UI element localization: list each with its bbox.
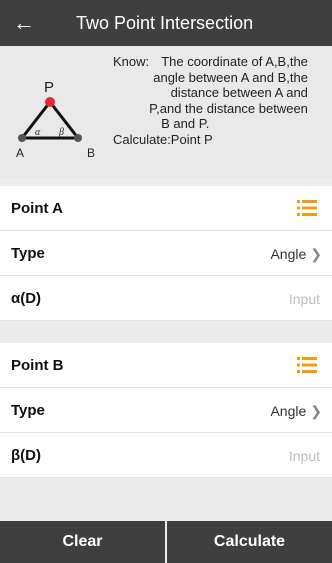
vertex-label-a: A: [16, 146, 24, 160]
point-b-type-value[interactable]: Angle ❯: [270, 403, 322, 420]
page-title: Two Point Intersection: [76, 13, 254, 33]
know-line: B and P.: [161, 116, 210, 131]
triangle-diagram: P α β A B: [16, 79, 95, 160]
clear-button[interactable]: Clear: [0, 521, 165, 563]
point-a-label: Point A: [11, 200, 63, 217]
arrow-left-icon: ←: [13, 10, 35, 35]
point-a-type-value[interactable]: Angle ❯: [270, 246, 322, 263]
vertex-label-p: P: [44, 79, 54, 96]
list-icon[interactable]: [297, 357, 317, 373]
point-a-marker: [18, 134, 26, 142]
vertex-label-b: B: [87, 146, 95, 160]
point-b-label: Point B: [11, 357, 64, 374]
info-panel: P α β A B Know: The coordinate of A,B,th…: [0, 46, 332, 178]
title-bar: ← Two Point Intersection: [0, 0, 332, 46]
alpha-angle-input[interactable]: [200, 289, 320, 309]
beta-angle-input[interactable]: [200, 446, 320, 466]
point-b-marker: [74, 134, 82, 142]
know-line: P,and the distance between: [149, 100, 308, 116]
point-a-angle-row: α(D): [0, 276, 332, 321]
calculate-text: Calculate:Point P: [113, 131, 213, 147]
know-text: The coordinate of A,B,the angle between …: [149, 54, 308, 132]
chevron-right-icon: ❯: [310, 403, 322, 419]
type-value-text: Angle: [270, 403, 307, 419]
chevron-right-icon: ❯: [310, 246, 322, 262]
angle-beta-label: β: [58, 127, 64, 138]
point-b-angle-row: β(D): [0, 433, 332, 478]
point-b-header: Point B: [0, 343, 332, 388]
point-b-type-row[interactable]: Type Angle ❯: [0, 388, 332, 433]
list-icon[interactable]: [297, 200, 317, 216]
know-line: distance between A and: [170, 85, 308, 100]
beta-angle-label: β(D): [11, 447, 41, 464]
description-text: Know: The coordinate of A,B,the angle be…: [113, 54, 331, 147]
triangle-edge-bp: [48, 101, 80, 139]
know-label: Know:: [113, 54, 150, 69]
know-line: The coordinate of A,B,the: [161, 54, 308, 69]
point-p-marker: [45, 97, 55, 107]
know-line: angle between A and B,the: [153, 69, 308, 85]
alpha-angle-label: α(D): [11, 290, 42, 307]
calculate-button[interactable]: Calculate: [167, 521, 332, 563]
back-button[interactable]: ←: [8, 7, 40, 39]
angle-alpha-label: α: [35, 127, 41, 138]
bottom-button-bar: Clear Calculate: [0, 521, 332, 563]
point-b-type-label: Type: [11, 402, 45, 419]
point-a-type-row[interactable]: Type Angle ❯: [0, 231, 332, 276]
point-a-type-label: Type: [11, 245, 45, 262]
type-value-text: Angle: [270, 246, 307, 262]
point-a-header: Point A: [0, 186, 332, 231]
